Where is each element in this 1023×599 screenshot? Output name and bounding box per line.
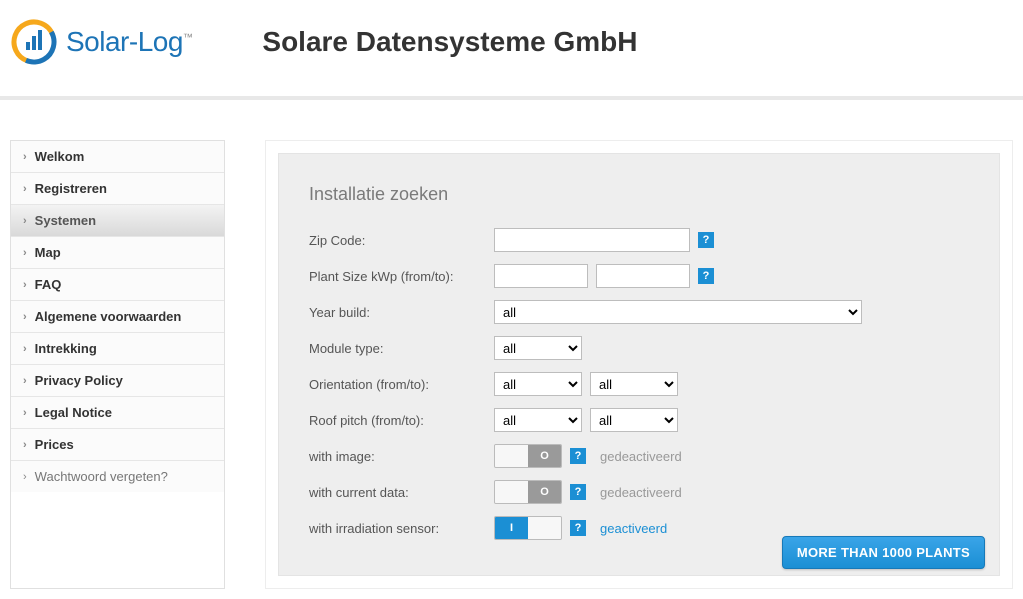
with-irrad-state: geactiveerd [600, 521, 667, 536]
chevron-right-icon: › [23, 375, 27, 387]
sidebar-item-label: Map [35, 245, 61, 260]
sidebar-item-label: Prices [35, 437, 74, 452]
row-year: Year build: all [309, 299, 969, 325]
chevron-right-icon: › [23, 247, 27, 259]
label-roof: Roof pitch (from/to): [309, 413, 494, 428]
sidebar-item-0[interactable]: › Welkom [11, 141, 224, 173]
sidebar-item-label: Intrekking [35, 341, 97, 356]
orientation-from-select[interactable]: all [494, 372, 582, 396]
plant-size-from-input[interactable] [494, 264, 588, 288]
year-select[interactable]: all [494, 300, 862, 324]
logo: Solar-Log™ [10, 18, 192, 66]
sidebar-item-4[interactable]: › FAQ [11, 269, 224, 301]
row-roof: Roof pitch (from/to): all all [309, 407, 969, 433]
sidebar-item-3[interactable]: › Map [11, 237, 224, 269]
search-form: Installatie zoeken Zip Code: ? Plant Siz… [278, 153, 1000, 576]
help-icon[interactable]: ? [570, 520, 586, 536]
row-with-current: with current data: O ? gedeactiveerd [309, 479, 969, 505]
main-panel: Installatie zoeken Zip Code: ? Plant Siz… [265, 140, 1013, 589]
row-plant-size: Plant Size kWp (from/to): ? [309, 263, 969, 289]
help-icon[interactable]: ? [698, 232, 714, 248]
row-zip: Zip Code: ? [309, 227, 969, 253]
sidebar-item-label: Privacy Policy [35, 373, 123, 388]
label-zip: Zip Code: [309, 233, 494, 248]
page-title: Solare Datensysteme GmbH [262, 26, 637, 58]
chevron-right-icon: › [23, 183, 27, 195]
row-module: Module type: all [309, 335, 969, 361]
sidebar-item-6[interactable]: › Intrekking [11, 333, 224, 365]
chevron-right-icon: › [23, 215, 27, 227]
label-with-image: with image: [309, 449, 494, 464]
with-current-state: gedeactiveerd [600, 485, 682, 500]
label-orientation: Orientation (from/to): [309, 377, 494, 392]
sidebar-item-label: Algemene voorwaarden [35, 309, 182, 324]
search-results-button[interactable]: MORE THAN 1000 PLANTS [782, 536, 985, 569]
sidebar-item-label: Welkom [35, 149, 85, 164]
roof-from-select[interactable]: all [494, 408, 582, 432]
chevron-right-icon: › [23, 151, 27, 163]
sidebar-item-5[interactable]: › Algemene voorwaarden [11, 301, 224, 333]
chevron-right-icon: › [23, 407, 27, 419]
plant-size-to-input[interactable] [596, 264, 690, 288]
label-with-current: with current data: [309, 485, 494, 500]
row-with-image: with image: O ? gedeactiveerd [309, 443, 969, 469]
sidebar-item-label: FAQ [35, 277, 62, 292]
form-title: Installatie zoeken [309, 184, 969, 205]
roof-to-select[interactable]: all [590, 408, 678, 432]
sidebar-item-label: Wachtwoord vergeten? [35, 469, 168, 484]
sidebar-item-10[interactable]: › Wachtwoord vergeten? [11, 461, 224, 492]
sidebar-item-8[interactable]: › Legal Notice [11, 397, 224, 429]
chevron-right-icon: › [23, 471, 27, 483]
sidebar-item-label: Legal Notice [35, 405, 112, 420]
help-icon[interactable]: ? [570, 484, 586, 500]
orientation-to-select[interactable]: all [590, 372, 678, 396]
chevron-right-icon: › [23, 439, 27, 451]
header: Solar-Log™ Solare Datensysteme GmbH [0, 0, 1023, 100]
sidebar-item-label: Systemen [35, 213, 96, 228]
sidebar-item-2[interactable]: › Systemen [11, 205, 224, 237]
label-with-irrad: with irradiation sensor: [309, 521, 494, 536]
sidebar-item-label: Registreren [35, 181, 107, 196]
with-image-state: gedeactiveerd [600, 449, 682, 464]
chevron-right-icon: › [23, 311, 27, 323]
with-image-toggle[interactable]: O [494, 444, 562, 468]
module-select[interactable]: all [494, 336, 582, 360]
label-module: Module type: [309, 341, 494, 356]
help-icon[interactable]: ? [570, 448, 586, 464]
sidebar-item-9[interactable]: › Prices [11, 429, 224, 461]
sidebar-item-1[interactable]: › Registreren [11, 173, 224, 205]
with-irrad-toggle[interactable]: I [494, 516, 562, 540]
label-plant-size: Plant Size kWp (from/to): [309, 269, 494, 284]
row-orientation: Orientation (from/to): all all [309, 371, 969, 397]
logo-text: Solar-Log™ [66, 26, 192, 58]
sidebar-item-7[interactable]: › Privacy Policy [11, 365, 224, 397]
zip-input[interactable] [494, 228, 690, 252]
label-year: Year build: [309, 305, 494, 320]
chevron-right-icon: › [23, 343, 27, 355]
chevron-right-icon: › [23, 279, 27, 291]
sidebar: › Welkom › Registreren › Systemen › Map › FAQ › Alg… [10, 140, 225, 589]
logo-icon [10, 18, 58, 66]
help-icon[interactable]: ? [698, 268, 714, 284]
with-current-toggle[interactable]: O [494, 480, 562, 504]
